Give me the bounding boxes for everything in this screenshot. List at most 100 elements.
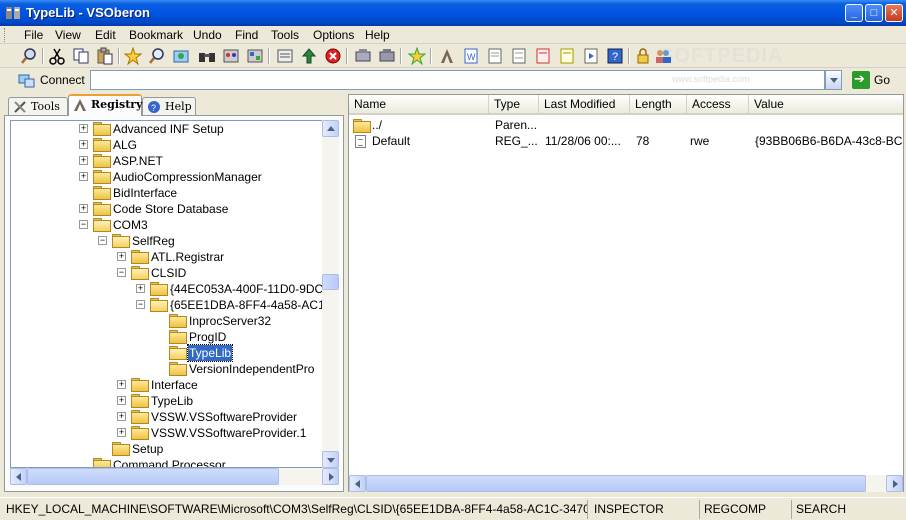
column-value[interactable]: Value — [749, 95, 903, 113]
search-icon[interactable] — [20, 47, 38, 65]
copy-icon[interactable] — [72, 47, 90, 65]
scroll-right-button[interactable] — [322, 468, 339, 485]
registry-tree[interactable]: + Advanced INF Setup + ALG + ASP.NET + AudioCom… — [10, 120, 322, 468]
tree-horizontal-scrollbar[interactable] — [10, 468, 339, 485]
menu-help[interactable]: Help — [363, 27, 392, 43]
expand-icon[interactable]: + — [79, 140, 88, 149]
column-type[interactable]: Type — [489, 95, 539, 113]
favorite-star-icon[interactable] — [408, 47, 426, 65]
expand-icon[interactable]: + — [117, 428, 126, 437]
regcomp-icon[interactable] — [246, 47, 264, 65]
users-icon[interactable] — [654, 47, 672, 65]
export-icon[interactable] — [276, 47, 294, 65]
tool-a-icon[interactable] — [438, 47, 456, 65]
menu-file[interactable]: File — [22, 27, 45, 43]
expand-icon[interactable]: + — [117, 396, 126, 405]
doc-icon[interactable] — [510, 47, 528, 65]
page-icon[interactable] — [486, 47, 504, 65]
status-inspector[interactable]: INSPECTOR — [590, 500, 700, 519]
collapse-icon[interactable]: − — [79, 220, 88, 229]
expand-icon[interactable]: + — [79, 124, 88, 133]
menu-edit[interactable]: Edit — [93, 27, 118, 43]
list-item[interactable]: Default REG_... 11/28/06 00:... 78 rwe {… — [349, 133, 903, 149]
scroll-thumb[interactable] — [322, 274, 339, 290]
menu-tools[interactable]: Tools — [269, 27, 301, 43]
refresh-icon[interactable] — [300, 47, 318, 65]
status-search[interactable]: SEARCH — [792, 500, 904, 519]
tree-vertical-scrollbar[interactable] — [322, 120, 339, 468]
expand-icon[interactable]: + — [79, 204, 88, 213]
column-name[interactable]: Name — [349, 95, 489, 113]
tree-node[interactable]: InprocServer32 — [11, 313, 322, 329]
expand-icon[interactable]: + — [117, 252, 126, 261]
tree-node[interactable]: + Advanced INF Setup — [11, 121, 322, 137]
tree-node[interactable]: + Code Store Database — [11, 201, 322, 217]
menu-find[interactable]: Find — [233, 27, 260, 43]
tab-registry[interactable]: Registry — [68, 94, 142, 116]
settings-icon[interactable] — [378, 47, 396, 65]
cut-icon[interactable] — [48, 47, 66, 65]
scroll-left-button[interactable] — [10, 468, 27, 485]
hscroll-thumb[interactable] — [27, 468, 279, 485]
tree-node[interactable]: Command Processor — [11, 457, 322, 467]
tools-icon[interactable] — [354, 47, 372, 65]
list-horizontal-scrollbar[interactable] — [349, 475, 903, 492]
maximize-button[interactable]: □ — [865, 4, 883, 22]
tree-node[interactable]: + ALG — [11, 137, 322, 153]
collapse-icon[interactable]: − — [136, 300, 145, 309]
lock-icon[interactable] — [634, 47, 652, 65]
run-icon[interactable] — [582, 47, 600, 65]
tree-node[interactable]: − SelfReg — [11, 233, 322, 249]
bookmark-star-icon[interactable] — [124, 47, 142, 65]
collapse-icon[interactable]: − — [117, 268, 126, 277]
tree-node[interactable]: + ATL.Registrar — [11, 249, 322, 265]
browse-icon[interactable] — [172, 47, 190, 65]
binoculars-icon[interactable] — [198, 47, 216, 65]
tree-node[interactable]: + Interface — [11, 377, 322, 393]
menu-undo[interactable]: Undo — [191, 27, 224, 43]
tree-node[interactable]: TypeLib — [11, 344, 322, 362]
expand-icon[interactable]: + — [79, 156, 88, 165]
column-last-modified[interactable]: Last Modified — [539, 95, 630, 113]
close-button[interactable]: ✕ — [885, 4, 903, 22]
tree-node[interactable]: BidInterface — [11, 185, 322, 201]
connect-button[interactable]: Connect — [18, 71, 85, 89]
menu-bookmark[interactable]: Bookmark — [127, 27, 185, 43]
note-icon[interactable] — [558, 47, 576, 65]
expand-icon[interactable]: + — [117, 380, 126, 389]
tree-node[interactable]: Setup — [11, 441, 322, 457]
collapse-icon[interactable]: − — [98, 236, 107, 245]
tab-tools[interactable]: Tools — [8, 97, 68, 116]
help-icon[interactable]: ? — [606, 47, 624, 65]
menu-grip[interactable] — [4, 28, 7, 42]
tree-node[interactable]: ProgID — [11, 329, 322, 345]
tree-node[interactable]: − {65EE1DBA-8FF4-4a58-AC1 — [11, 297, 322, 313]
address-dropdown[interactable] — [825, 70, 842, 90]
paste-icon[interactable] — [96, 47, 114, 65]
report-icon[interactable] — [534, 47, 552, 65]
menu-view[interactable]: View — [53, 27, 83, 43]
tree-node[interactable]: − COM3 — [11, 217, 322, 233]
tree-node[interactable]: − CLSID — [11, 265, 322, 281]
expand-icon[interactable]: + — [79, 172, 88, 181]
inspector-icon[interactable] — [222, 47, 240, 65]
scroll-down-button[interactable] — [322, 451, 339, 468]
tree-node[interactable]: + TypeLib — [11, 393, 322, 409]
minimize-button[interactable]: _ — [845, 4, 863, 22]
expand-icon[interactable]: + — [136, 284, 145, 293]
tree-node[interactable]: + ASP.NET — [11, 153, 322, 169]
tree-node[interactable]: + {44EC053A-400F-11D0-9DC — [11, 281, 322, 297]
find-icon[interactable] — [148, 47, 166, 65]
tab-help[interactable]: ? Help — [142, 97, 196, 116]
tree-node[interactable]: VersionIndependentPro — [11, 361, 322, 377]
scroll-right-button[interactable] — [886, 475, 903, 492]
scroll-up-button[interactable] — [322, 120, 339, 137]
stop-icon[interactable] — [324, 47, 342, 65]
app-icon[interactable] — [5, 5, 21, 21]
values-list[interactable]: Name Type Last Modified Length Access Va… — [348, 94, 904, 492]
column-access[interactable]: Access — [687, 95, 749, 113]
column-length[interactable]: Length — [630, 95, 687, 113]
hscroll-thumb[interactable] — [366, 475, 866, 492]
tree-node[interactable]: + VSSW.VSSoftwareProvider.1 — [11, 425, 322, 441]
tree-node[interactable]: + VSSW.VSSoftwareProvider — [11, 409, 322, 425]
